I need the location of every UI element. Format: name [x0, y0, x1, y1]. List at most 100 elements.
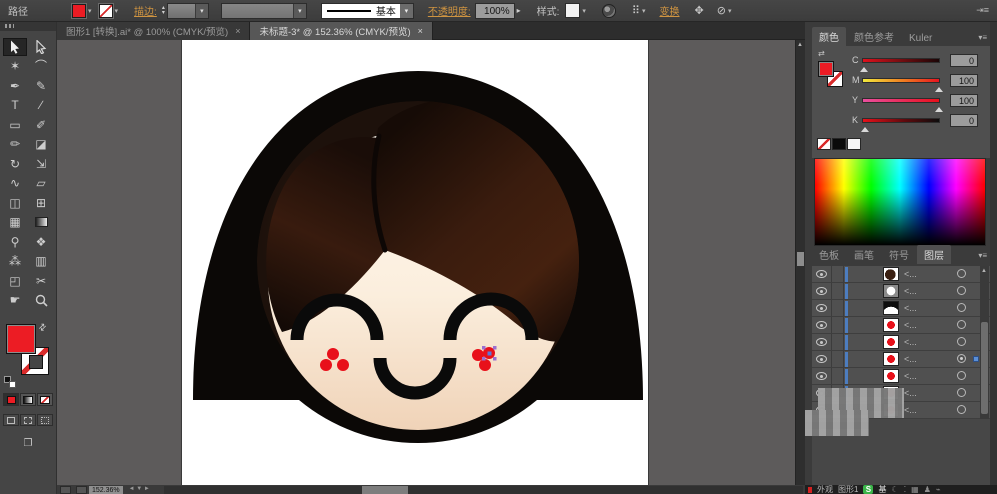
artwork-girl-face[interactable] — [182, 40, 648, 485]
none-button[interactable] — [37, 393, 53, 406]
visibility-toggle[interactable] — [812, 317, 832, 333]
color-button[interactable] — [3, 393, 19, 406]
color-spectrum[interactable] — [814, 158, 986, 246]
ime-moon-icon[interactable]: ☾ — [891, 485, 898, 494]
layer-row[interactable]: <... — [812, 334, 990, 351]
scroll-up-icon[interactable]: ▲ — [981, 268, 987, 274]
gradient-button[interactable] — [20, 393, 36, 406]
layer-row[interactable]: <... — [812, 317, 990, 334]
layer-label[interactable]: <... — [904, 269, 917, 279]
layer-label[interactable]: <... — [904, 371, 917, 381]
opacity-label[interactable]: 不透明度: — [428, 3, 471, 18]
horizontal-scrollbar[interactable] — [163, 486, 803, 494]
spinner-right-icon[interactable]: ▸ — [517, 6, 521, 15]
yellow-value-field[interactable]: 100 — [950, 94, 978, 107]
black-slider[interactable] — [862, 118, 940, 123]
blush-dot[interactable] — [479, 359, 491, 371]
fill-color-swatch[interactable] — [72, 3, 86, 18]
cyan-slider[interactable] — [862, 58, 940, 63]
pen-tool[interactable]: ✒ — [3, 77, 27, 95]
arrange-icon[interactable]: ⊘ — [717, 4, 726, 17]
ime-person-icon[interactable]: ♟ — [924, 485, 931, 494]
scale-tool[interactable]: ⇲ — [29, 155, 53, 173]
blob-brush-tool[interactable]: ✎ — [29, 77, 53, 95]
tab-swatches[interactable]: 色板 — [812, 245, 846, 264]
close-icon[interactable]: × — [235, 26, 240, 36]
layer-row-selected[interactable]: <... — [812, 351, 990, 368]
layer-label[interactable]: <... — [904, 337, 917, 347]
close-icon[interactable]: × — [418, 26, 423, 36]
target-icon[interactable] — [957, 388, 966, 397]
chevron-down-icon[interactable]: ▾ — [115, 7, 119, 15]
symbol-sprayer-tool[interactable]: ⁂ — [3, 252, 27, 270]
lock-toggle[interactable] — [833, 283, 844, 299]
layer-label[interactable]: <... — [904, 388, 917, 398]
mesh-tool[interactable]: ▦ — [3, 213, 27, 231]
opacity-field[interactable]: 100% — [474, 2, 515, 19]
chevron-down-icon[interactable]: ▾ — [194, 3, 208, 18]
panel-menu-icon[interactable]: ▾≡ — [978, 33, 987, 42]
layer-thumbnail[interactable] — [883, 335, 899, 349]
line-segment-tool[interactable]: ∕ — [29, 96, 53, 114]
lasso-tool[interactable]: ⌒ — [29, 57, 53, 75]
layer-thumbnail[interactable] — [883, 352, 899, 366]
target-icon[interactable] — [957, 405, 966, 414]
width-profile-select[interactable]: ▾ — [220, 2, 307, 19]
document-tab-1[interactable]: 图形1 [转换].ai* @ 100% (CMYK/预览) × — [57, 22, 251, 40]
layer-thumbnail[interactable] — [883, 301, 899, 315]
visibility-toggle[interactable] — [812, 368, 832, 384]
chevron-down-icon[interactable]: ▾ — [88, 7, 92, 15]
target-icon[interactable] — [957, 269, 966, 278]
swap-fill-stroke-icon[interactable]: ⇄ — [818, 49, 825, 58]
stroke-color-swatch[interactable] — [98, 3, 113, 18]
selection-tool[interactable] — [3, 37, 27, 56]
taskbar-item[interactable]: 外观 — [817, 485, 833, 494]
slider-thumb-icon[interactable] — [860, 63, 868, 72]
lock-toggle[interactable] — [833, 266, 844, 282]
graph-tool[interactable]: ▥ — [29, 252, 53, 270]
lock-toggle[interactable] — [833, 317, 844, 333]
layer-label[interactable]: <... — [904, 303, 917, 313]
draw-normal-button[interactable] — [3, 414, 19, 426]
free-transform-tool[interactable]: ▱ — [29, 174, 53, 192]
magic-wand-tool[interactable]: ✶ — [3, 57, 27, 75]
tab-layers[interactable]: 图层 — [917, 245, 951, 264]
layer-label[interactable]: <... — [904, 354, 917, 364]
isolate-icon[interactable]: ✥ — [695, 4, 704, 17]
chevron-down-icon[interactable]: ▾ — [292, 3, 306, 18]
perspective-grid-tool[interactable]: ⊞ — [29, 194, 53, 212]
swap-fill-stroke-icon[interactable]: ⇄ — [36, 321, 49, 334]
transform-link[interactable]: 变换 — [660, 3, 680, 18]
panel-menu-icon[interactable]: ▾≡ — [978, 251, 987, 260]
document-tab-2[interactable]: 未标题-3* @ 152.36% (CMYK/预览) × — [250, 22, 433, 40]
select-similar-icon[interactable]: ⠿ — [632, 4, 640, 17]
ime-dots-icon[interactable]: ⁚ — [904, 485, 907, 494]
tab-color-guide[interactable]: 颜色参考 — [847, 27, 901, 46]
layer-label[interactable]: <... — [904, 320, 917, 330]
draw-behind-button[interactable] — [20, 414, 36, 426]
tab-kuler[interactable]: Kuler — [902, 31, 939, 46]
gradient-tool[interactable] — [29, 213, 53, 231]
scrollbar-thumb[interactable] — [797, 252, 804, 266]
layer-thumbnail[interactable] — [883, 284, 899, 298]
artboard-nav-arrows[interactable]: ◄ ▼ ► — [129, 486, 150, 492]
panel-collapse-icon[interactable]: ⇥≡ — [976, 5, 989, 16]
eraser-tool[interactable]: ◪ — [29, 135, 53, 153]
ime-keyboard-icon[interactable]: ▦ — [911, 485, 919, 494]
chevron-down-icon[interactable]: ▾ — [642, 7, 646, 15]
lock-toggle[interactable] — [833, 300, 844, 316]
screen-mode-button[interactable]: ❐ — [17, 436, 39, 451]
ime-icon[interactable]: S — [863, 485, 874, 494]
layers-scrollbar[interactable]: ▲ — [980, 266, 989, 419]
layer-thumbnail[interactable] — [883, 318, 899, 332]
layer-thumbnail[interactable] — [883, 267, 899, 281]
white-swatch[interactable] — [847, 138, 861, 150]
blush-dot[interactable] — [327, 348, 339, 360]
stroke-label[interactable]: 描边: — [134, 3, 157, 18]
visibility-toggle[interactable] — [812, 283, 832, 299]
target-icon[interactable] — [957, 303, 966, 312]
visibility-toggle[interactable] — [812, 300, 832, 316]
target-icon[interactable] — [957, 286, 966, 295]
brush-definition-select[interactable]: 基本 ▾ — [320, 2, 414, 19]
status-icon[interactable] — [60, 486, 71, 494]
